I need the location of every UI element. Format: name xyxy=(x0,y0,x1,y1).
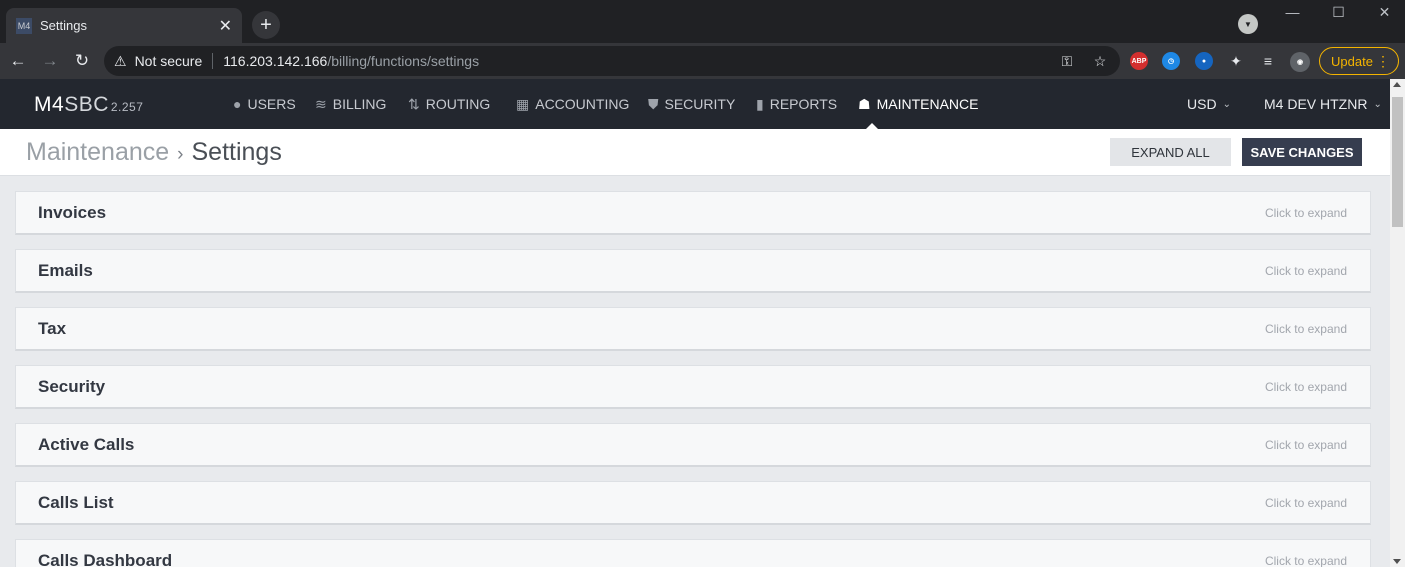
nav-routing[interactable]: ⇅ ROUTING xyxy=(408,79,490,129)
section-expand-hint: Click to expand xyxy=(1264,263,1347,278)
nav-maintenance-label: MAINTENANCE xyxy=(876,96,979,112)
window-close-icon[interactable]: ✕ xyxy=(1362,0,1405,24)
app-navbar: M4SBC 2.257 ● USERS ≋ BILLING ⇅ ROUTING ▦ ACC… xyxy=(0,79,1390,129)
brand-logo[interactable]: M4SBC 2.257 xyxy=(34,93,143,117)
nav-maintenance[interactable]: ☗ MAINTENANCE xyxy=(858,79,978,129)
section-expand-hint: Click to expand xyxy=(1264,205,1347,220)
reload-icon[interactable]: ↻ xyxy=(70,49,94,73)
chevron-down-icon: ⌄ xyxy=(1222,98,1231,110)
update-label: Update xyxy=(1331,53,1373,69)
nav-accounting-label: ACCOUNTING xyxy=(535,96,630,112)
calculator-icon: ▦ xyxy=(516,95,530,112)
update-button[interactable]: Update ⋮ xyxy=(1319,47,1399,75)
omnibox-divider xyxy=(212,53,214,69)
section-calls-dashboard[interactable]: Calls Dashboard Click to expand xyxy=(15,539,1371,567)
section-emails[interactable]: Emails Click to expand xyxy=(15,249,1371,293)
hard-hat-icon: ☗ xyxy=(858,95,871,112)
section-active-calls[interactable]: Active Calls Click to expand xyxy=(15,423,1371,467)
brand-m4: M4 xyxy=(34,93,65,116)
back-icon[interactable]: ← xyxy=(6,49,30,73)
bar-chart-icon: ▮ xyxy=(756,95,764,112)
section-tax[interactable]: Tax Click to expand xyxy=(15,307,1371,351)
more-vert-icon[interactable]: ⋮ xyxy=(1376,53,1390,70)
section-title: Active Calls xyxy=(38,434,135,454)
nav-billing[interactable]: ≋ BILLING xyxy=(315,79,386,129)
nav-billing-label: BILLING xyxy=(332,96,387,112)
section-expand-hint: Click to expand xyxy=(1264,437,1347,452)
page-scrollbar[interactable] xyxy=(1390,79,1405,567)
minimize-icon[interactable]: — xyxy=(1270,0,1315,24)
adblock-extension-icon[interactable]: ABP xyxy=(1130,52,1148,70)
nav-users-label: USERS xyxy=(247,96,296,112)
media-queue-icon[interactable]: ≡ xyxy=(1258,51,1278,71)
section-calls-list[interactable]: Calls List Click to expand xyxy=(15,481,1371,525)
shield-icon: ⛊ xyxy=(648,95,659,112)
section-title: Tax xyxy=(38,318,67,338)
section-title: Calls List xyxy=(38,492,114,512)
url-path: /billing/functions/settings xyxy=(327,53,480,69)
section-expand-hint: Click to expand xyxy=(1264,379,1347,394)
nav-reports[interactable]: ▮ REPORTS xyxy=(756,79,837,129)
maximize-icon[interactable]: ☐ xyxy=(1316,0,1361,24)
nav-accounting[interactable]: ▦ ACCOUNTING xyxy=(516,79,629,129)
section-expand-hint: Click to expand xyxy=(1264,321,1347,336)
nav-security[interactable]: ⛊ SECURITY xyxy=(648,79,735,129)
star-icon[interactable]: ☆ xyxy=(1090,51,1110,71)
browser-toolbar: ← → ↻ ⚠ Not secure 116.203.142.166/billi… xyxy=(0,43,1405,79)
currency-label: USD xyxy=(1187,96,1217,112)
expand-all-button[interactable]: EXPAND ALL xyxy=(1110,138,1231,166)
security-label[interactable]: Not secure xyxy=(135,53,203,69)
address-bar[interactable]: ⚠ Not secure 116.203.142.166/billing/fun… xyxy=(104,46,1120,76)
clock-extension-icon[interactable]: ◷ xyxy=(1162,52,1180,70)
breadcrumb: Maintenance › Settings xyxy=(26,138,282,167)
routing-icon: ⇅ xyxy=(408,95,420,112)
settings-content: Invoices Click to expand Emails Click to… xyxy=(0,176,1390,567)
browser-tab[interactable]: M4 Settings ✕ xyxy=(6,8,242,43)
profile-avatar-icon[interactable]: ◉ xyxy=(1290,52,1310,72)
breadcrumb-separator-icon: › xyxy=(177,144,184,165)
scrollbar-thumb[interactable] xyxy=(1392,97,1403,227)
scroll-down-icon[interactable] xyxy=(1393,559,1401,564)
currency-dropdown[interactable]: USD ⌄ xyxy=(1187,79,1231,129)
tab-title: Settings xyxy=(40,18,87,33)
section-title: Invoices xyxy=(38,202,107,222)
account-dropdown[interactable]: M4 DEV HTZNR ⌄ xyxy=(1264,79,1382,129)
tab-search-icon[interactable]: ▼ xyxy=(1238,14,1258,34)
globe-extension-icon[interactable]: ● xyxy=(1195,52,1213,70)
breadcrumb-parent[interactable]: Maintenance xyxy=(26,138,169,166)
page-title: Settings xyxy=(191,138,282,166)
section-security[interactable]: Security Click to expand xyxy=(15,365,1371,409)
forward-icon[interactable]: → xyxy=(38,49,62,73)
section-expand-hint: Click to expand xyxy=(1264,553,1347,567)
tab-favicon: M4 xyxy=(16,17,32,34)
section-expand-hint: Click to expand xyxy=(1264,495,1347,510)
section-title: Emails xyxy=(38,260,93,280)
save-changes-button[interactable]: SAVE CHANGES xyxy=(1242,138,1362,166)
warning-icon[interactable]: ⚠ xyxy=(114,53,127,70)
nav-users[interactable]: ● USERS xyxy=(233,79,296,129)
coins-icon: ≋ xyxy=(315,95,327,112)
section-title: Security xyxy=(38,376,106,396)
scroll-up-icon[interactable] xyxy=(1393,82,1401,87)
account-label: M4 DEV HTZNR xyxy=(1264,96,1368,112)
nav-routing-label: ROUTING xyxy=(425,96,491,112)
brand-sbc: SBC xyxy=(64,93,109,116)
user-icon: ● xyxy=(233,96,242,112)
url-host: 116.203.142.166 xyxy=(223,53,328,69)
page-header: Maintenance › Settings EXPAND ALL SAVE CHA… xyxy=(0,129,1390,176)
section-invoices[interactable]: Invoices Click to expand xyxy=(15,191,1371,235)
chevron-down-icon: ⌄ xyxy=(1373,98,1382,110)
puzzle-icon[interactable]: ✦ xyxy=(1226,51,1246,71)
new-tab-button[interactable]: + xyxy=(252,11,280,39)
nav-reports-label: REPORTS xyxy=(769,96,838,112)
close-icon[interactable]: ✕ xyxy=(219,16,232,36)
browser-titlebar: M4 Settings ✕ + ▼ — ☐ ✕ xyxy=(0,0,1405,43)
brand-version: 2.257 xyxy=(110,100,144,114)
key-icon[interactable]: ⚿ xyxy=(1057,51,1077,71)
section-title: Calls Dashboard xyxy=(38,550,173,567)
nav-security-label: SECURITY xyxy=(664,96,736,112)
